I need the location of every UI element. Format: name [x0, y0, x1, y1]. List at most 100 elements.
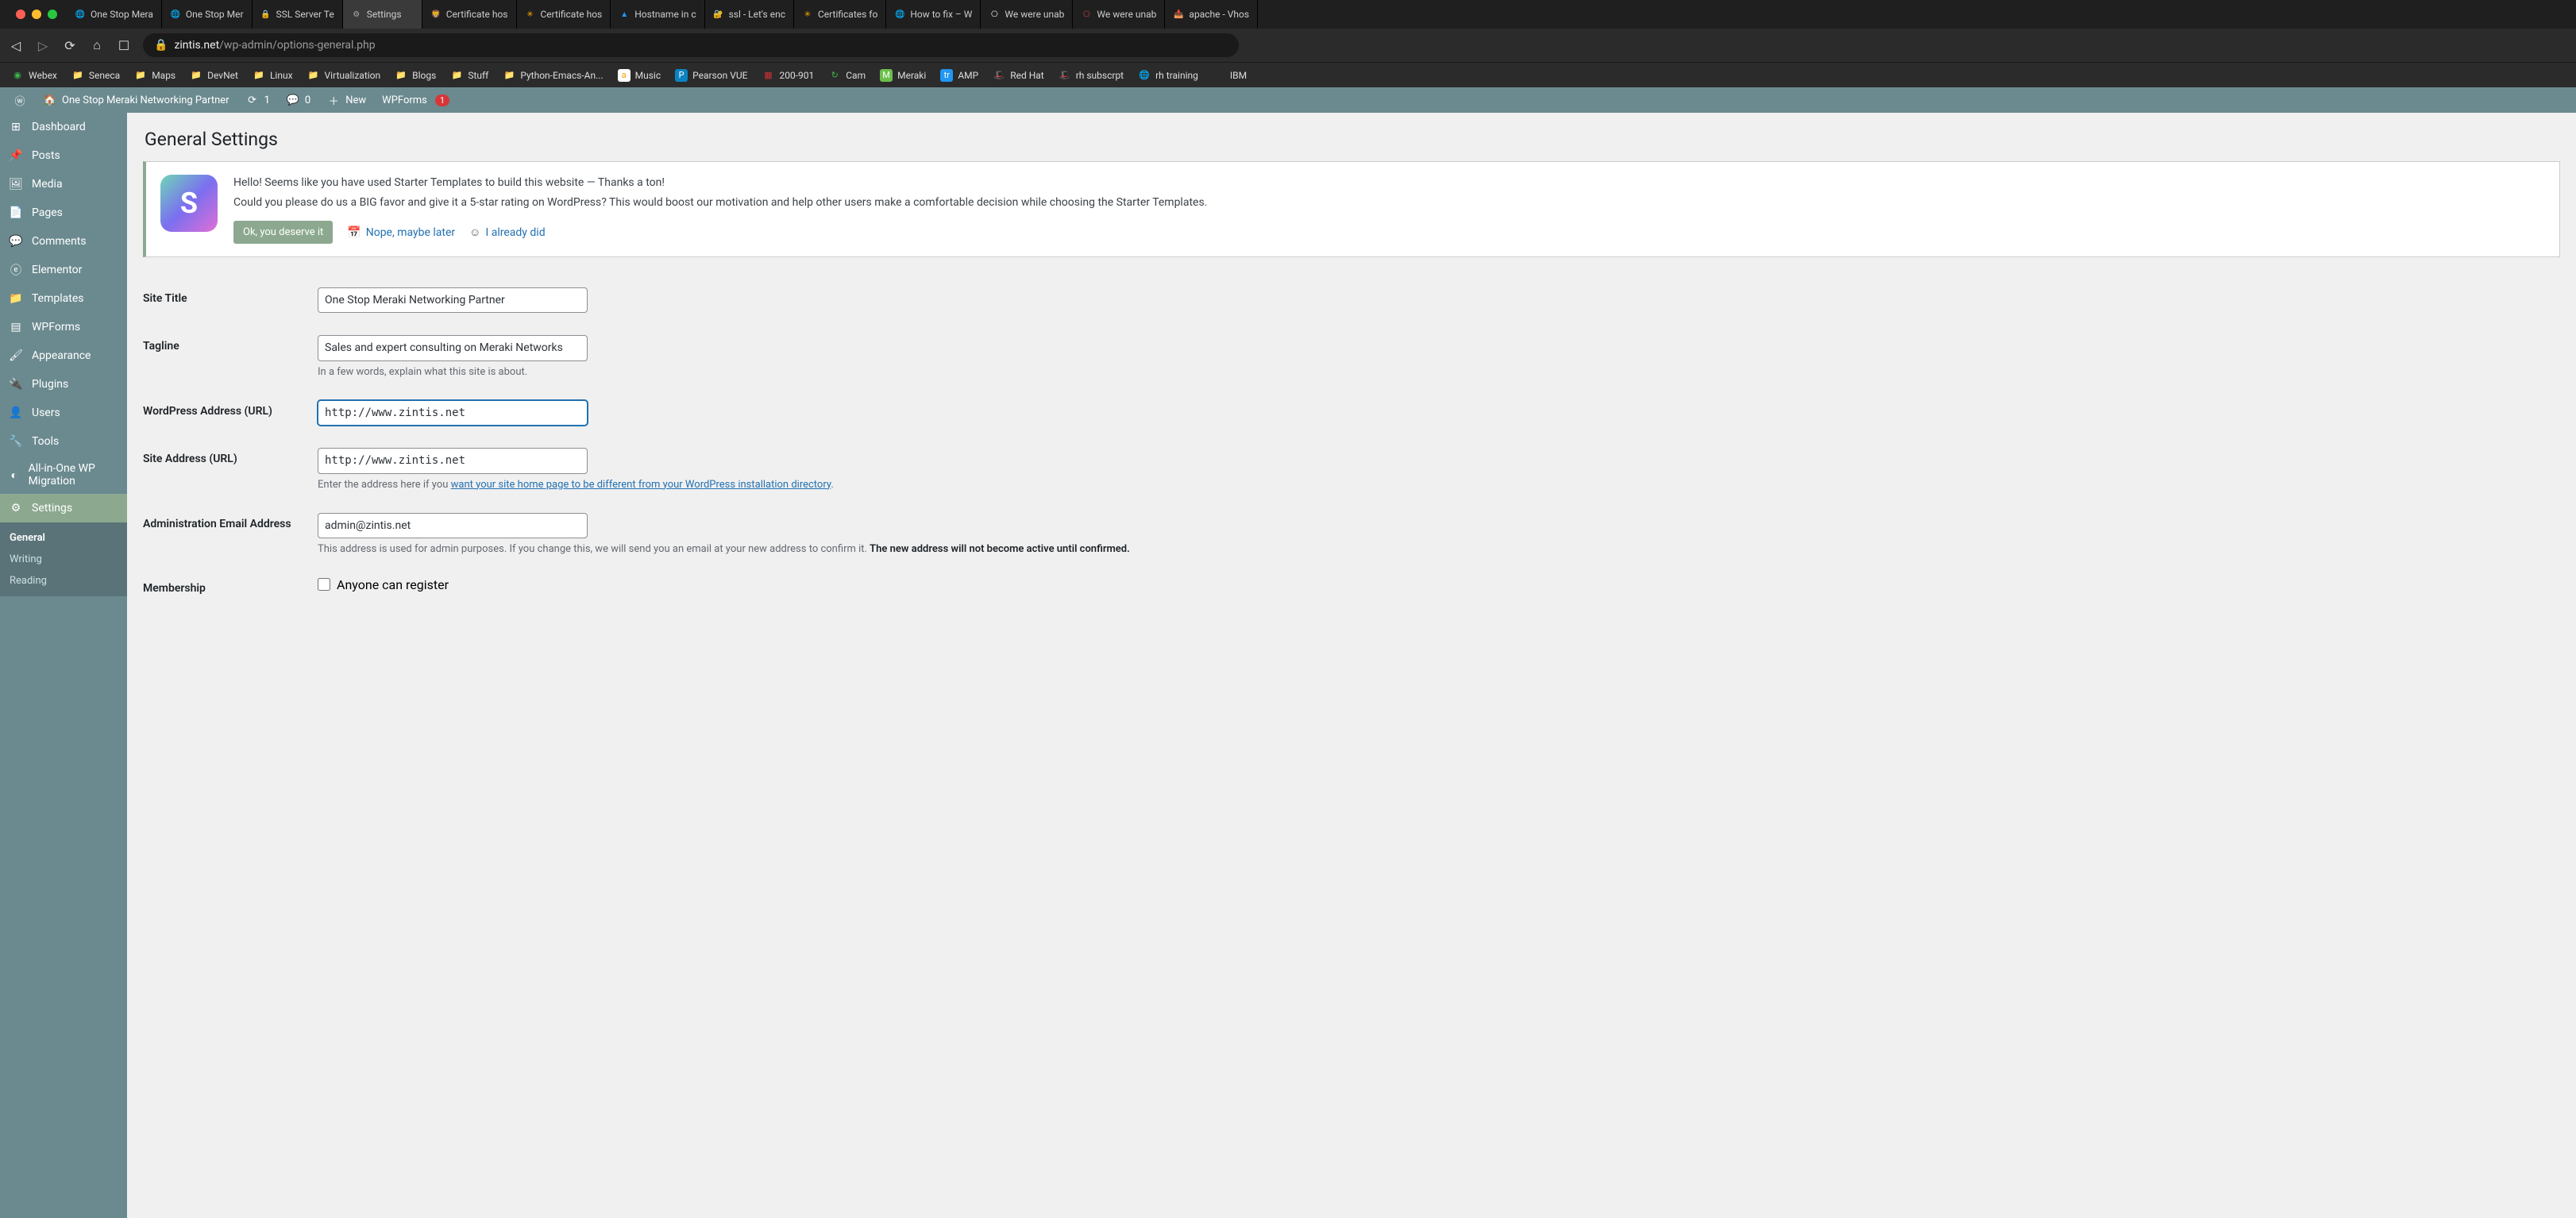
site-url-input[interactable] — [318, 448, 588, 473]
bookmark-label: 200-901 — [779, 70, 814, 81]
bookmark-item[interactable]: 📁Blogs — [388, 66, 442, 85]
bookmark-item[interactable]: aMusic — [611, 66, 667, 85]
bookmark-label: Maps — [152, 70, 175, 81]
browser-tab[interactable]: 🔐ssl - Let's enc — [705, 0, 794, 29]
browser-tab[interactable]: 🌐How to fix – W — [886, 0, 981, 29]
browser-tab[interactable]: 🦁Certificate hos — [422, 0, 517, 29]
browser-tab[interactable]: ⚙Settings — [343, 0, 422, 29]
bookmark-item[interactable]: 📁Maps — [128, 66, 182, 85]
membership-checkbox[interactable] — [318, 578, 330, 591]
bookmark-item[interactable]: 📁 Seneca — [65, 66, 126, 85]
admin-email-input[interactable] — [318, 513, 588, 538]
comment-icon: 💬 — [286, 93, 300, 107]
maximize-window-button[interactable] — [48, 10, 57, 19]
sidebar-item-media[interactable]: 🖼Media — [0, 170, 127, 199]
bookmark-label: AMP — [958, 70, 978, 81]
back-button[interactable]: ◁ — [8, 38, 24, 53]
browser-tab[interactable]: 🌐One Stop Mer — [162, 0, 253, 29]
bookmark-item[interactable]: ◉Webex — [5, 66, 64, 85]
plug-icon: 🔌 — [8, 376, 24, 392]
new-content-menu[interactable]: ＋New — [320, 87, 372, 113]
bookmark-icon: tr — [940, 69, 953, 82]
tab-favicon: ✳ — [802, 9, 813, 20]
updates-menu[interactable]: ⟳1 — [239, 87, 276, 113]
browser-tab[interactable]: 🔒SSL Server Te — [253, 0, 343, 29]
reload-button[interactable]: ⟳ — [62, 38, 78, 53]
bookmark-item[interactable]: MMeraki — [873, 66, 932, 85]
sidebar-item-pages[interactable]: 📄Pages — [0, 199, 127, 227]
sliders-icon: ⚙ — [8, 500, 24, 516]
bookmark-item[interactable]: PPearson VUE — [669, 66, 754, 85]
bookmarks-bar: ◉Webex📁Seneca📁Maps📁DevNet📁Linux📁Virtuali… — [0, 62, 2576, 87]
notice-actions: Ok, you deserve it 📅Nope, maybe later ☺I… — [233, 221, 1207, 244]
browser-tab[interactable]: ✳Certificate hos — [517, 0, 611, 29]
tab-label: Certificate hos — [541, 9, 603, 20]
bookmark-label: Seneca — [89, 70, 120, 81]
bookmark-icon: 📁 — [190, 69, 202, 82]
sidebar-item-elementor[interactable]: ⓔElementor — [0, 256, 127, 284]
bookmark-item[interactable]: 📁Virtualization — [301, 66, 388, 85]
sidebar-item-plugins[interactable]: 🔌Plugins — [0, 370, 127, 399]
sidebar-item-settings[interactable]: ⚙Settings — [0, 494, 127, 522]
page-title: General Settings — [145, 129, 2560, 150]
membership-checkbox-label[interactable]: Anyone can register — [318, 577, 2560, 592]
bookmark-item[interactable]: 📁DevNet — [183, 66, 245, 85]
tab-favicon: ▲ — [619, 9, 630, 20]
bookmark-item[interactable]: 📁Linux — [246, 66, 299, 85]
sidebar-item-appearance[interactable]: 🖌Appearance — [0, 341, 127, 370]
bookmark-icon: 📁 — [71, 69, 84, 82]
sidebar-item-posts[interactable]: 📌Posts — [0, 141, 127, 170]
browser-tab[interactable]: ▲Hostname in c — [611, 0, 704, 29]
wpforms-badge: 1 — [435, 94, 449, 106]
comments-menu[interactable]: 💬0 — [280, 87, 317, 113]
bookmark-item[interactable]: 📁Python-Emacs-An... — [496, 66, 609, 85]
sidebar-item-comments[interactable]: 💬Comments — [0, 227, 127, 256]
tab-label: Settings — [367, 9, 402, 20]
already-did-link[interactable]: ☺I already did — [469, 225, 545, 239]
sidebar-item-tools[interactable]: 🔧Tools — [0, 427, 127, 456]
close-window-button[interactable] — [16, 10, 25, 19]
sidebar-item-label: WPForms — [32, 321, 80, 333]
site-name-menu[interactable]: 🏠One Stop Meraki Networking Partner — [37, 87, 236, 113]
sidebar-item-users[interactable]: 👤Users — [0, 399, 127, 427]
sidebar-item-dashboard[interactable]: ⊞Dashboard — [0, 113, 127, 141]
forward-button[interactable]: ▷ — [35, 38, 51, 53]
sidebar-item-all-in-one-wp-migration[interactable]: ◐All-in-One WP Migration — [0, 456, 127, 494]
submenu-item-writing[interactable]: Writing — [0, 549, 127, 570]
sidebar-item-label: Posts — [32, 149, 60, 162]
sidebar-item-templates[interactable]: 📁Templates — [0, 284, 127, 313]
bookmark-item[interactable]: tr AMP — [934, 66, 985, 85]
browser-tab[interactable]: ✳Certificates fo — [794, 0, 886, 29]
maybe-later-link[interactable]: 📅Nope, maybe later — [347, 226, 455, 239]
url-path: /wp-admin/options-general.php — [219, 39, 375, 52]
submenu-item-reading[interactable]: Reading — [0, 570, 127, 592]
wp-url-input[interactable] — [318, 400, 588, 426]
minimize-window-button[interactable] — [32, 10, 41, 19]
bookmark-item[interactable]: 🎩rh subscrpt — [1052, 66, 1130, 85]
site-title-input[interactable] — [318, 287, 588, 313]
submenu-item-general[interactable]: General — [0, 527, 127, 549]
browser-tab[interactable]: 🌐One Stop Mera — [67, 0, 162, 29]
url-bar[interactable]: 🔒 zintis.net/wp-admin/options-general.ph… — [143, 33, 1239, 57]
sidebar-item-label: Dashboard — [32, 121, 86, 133]
tagline-input[interactable] — [318, 335, 588, 360]
bookmark-label: Webex — [29, 70, 57, 81]
bookmark-item[interactable]: 🎩Red Hat — [986, 66, 1051, 85]
bookmark-item[interactable]: ▦200-901 — [755, 66, 820, 85]
bookmark-button[interactable]: ☐ — [116, 38, 132, 53]
bookmark-icon: 📁 — [450, 69, 463, 82]
browser-tab[interactable]: ⎔We were unab — [981, 0, 1073, 29]
bookmark-item[interactable]: ↻Cam — [822, 66, 872, 85]
wpforms-menu[interactable]: WPForms1 — [376, 87, 456, 113]
bookmark-item[interactable]: 🌐rh training — [1132, 66, 1205, 85]
sidebar-item-label: Comments — [32, 235, 87, 248]
ok-deserve-button[interactable]: Ok, you deserve it — [233, 221, 333, 244]
wp-logo-menu[interactable]: ⓦ — [6, 87, 33, 113]
home-button[interactable]: ⌂ — [89, 37, 105, 53]
bookmark-item[interactable]: IBM — [1206, 66, 1253, 85]
browser-tab[interactable]: ⎔We were unab — [1073, 0, 1165, 29]
browser-tab[interactable]: 📥apache - Vhos — [1165, 0, 1258, 29]
sidebar-item-wpforms[interactable]: ▤WPForms — [0, 313, 127, 341]
bookmark-item[interactable]: 📁Stuff — [444, 66, 495, 85]
site-url-help-link[interactable]: want your site home page to be different… — [451, 479, 831, 491]
